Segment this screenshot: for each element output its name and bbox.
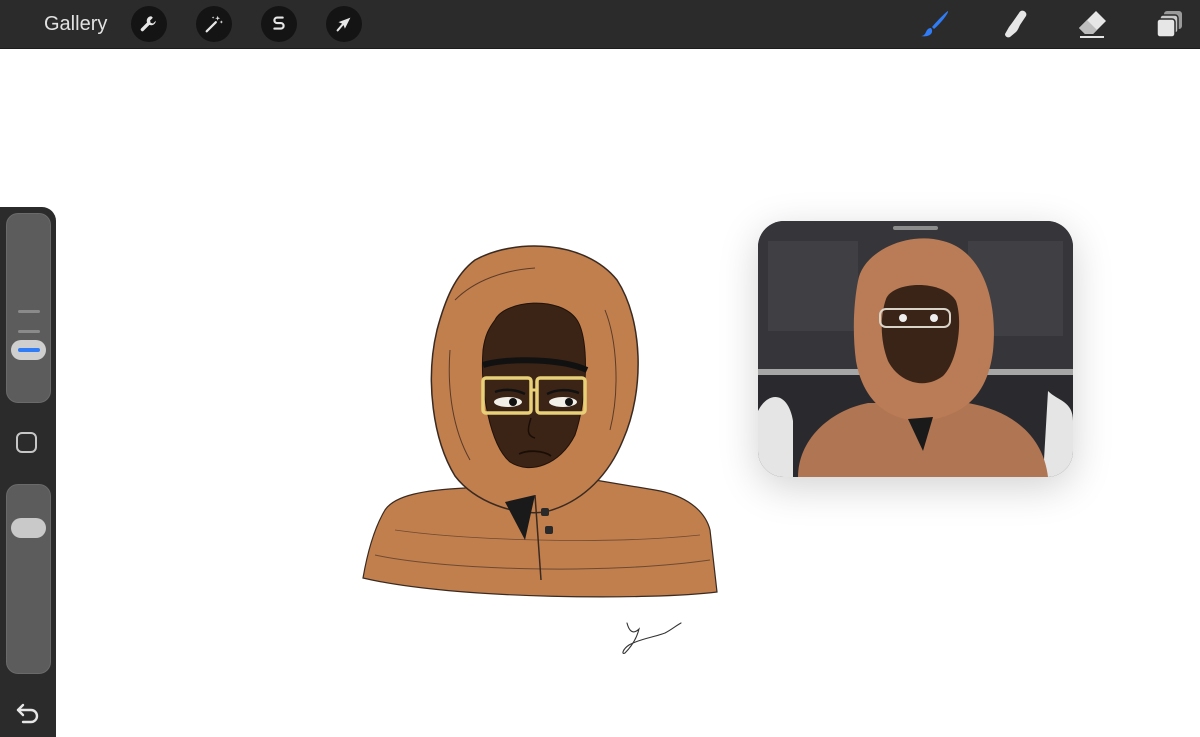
smudge-tool-button[interactable] <box>998 7 1032 41</box>
magic-wand-icon <box>205 15 223 33</box>
layers-button[interactable] <box>1153 7 1187 41</box>
actions-button[interactable] <box>131 6 167 42</box>
slider-tick <box>18 310 40 313</box>
smudge-finger-icon <box>1005 10 1027 38</box>
brush-icon <box>921 11 949 37</box>
arrow-cursor-icon <box>336 17 351 32</box>
brush-size-slider[interactable] <box>6 213 51 403</box>
brush-size-handle[interactable] <box>11 340 46 360</box>
reference-photo <box>758 221 1073 477</box>
modify-button[interactable] <box>16 432 37 453</box>
left-sidebar <box>0 207 56 737</box>
brush-tool-button[interactable] <box>918 7 952 41</box>
eraser-tool-button[interactable] <box>1075 7 1109 41</box>
reference-window[interactable] <box>758 221 1073 477</box>
top-toolbar: Gallery <box>0 0 1200 49</box>
undo-icon[interactable] <box>14 699 42 725</box>
brush-size-indicator <box>18 348 40 352</box>
canvas-drawing <box>362 245 718 598</box>
reference-drag-handle[interactable] <box>893 226 938 230</box>
adjustments-button[interactable] <box>196 6 232 42</box>
signature-mark <box>622 622 682 654</box>
gallery-button[interactable]: Gallery <box>44 12 107 36</box>
selection-s-icon <box>273 16 285 30</box>
slider-tick <box>18 330 40 333</box>
opacity-handle[interactable] <box>11 518 46 538</box>
selection-button[interactable] <box>261 6 297 42</box>
transform-button[interactable] <box>326 6 362 42</box>
eraser-icon <box>1079 11 1106 38</box>
layers-icon <box>1156 11 1182 38</box>
wrench-icon <box>140 16 156 32</box>
opacity-slider[interactable] <box>6 484 51 674</box>
